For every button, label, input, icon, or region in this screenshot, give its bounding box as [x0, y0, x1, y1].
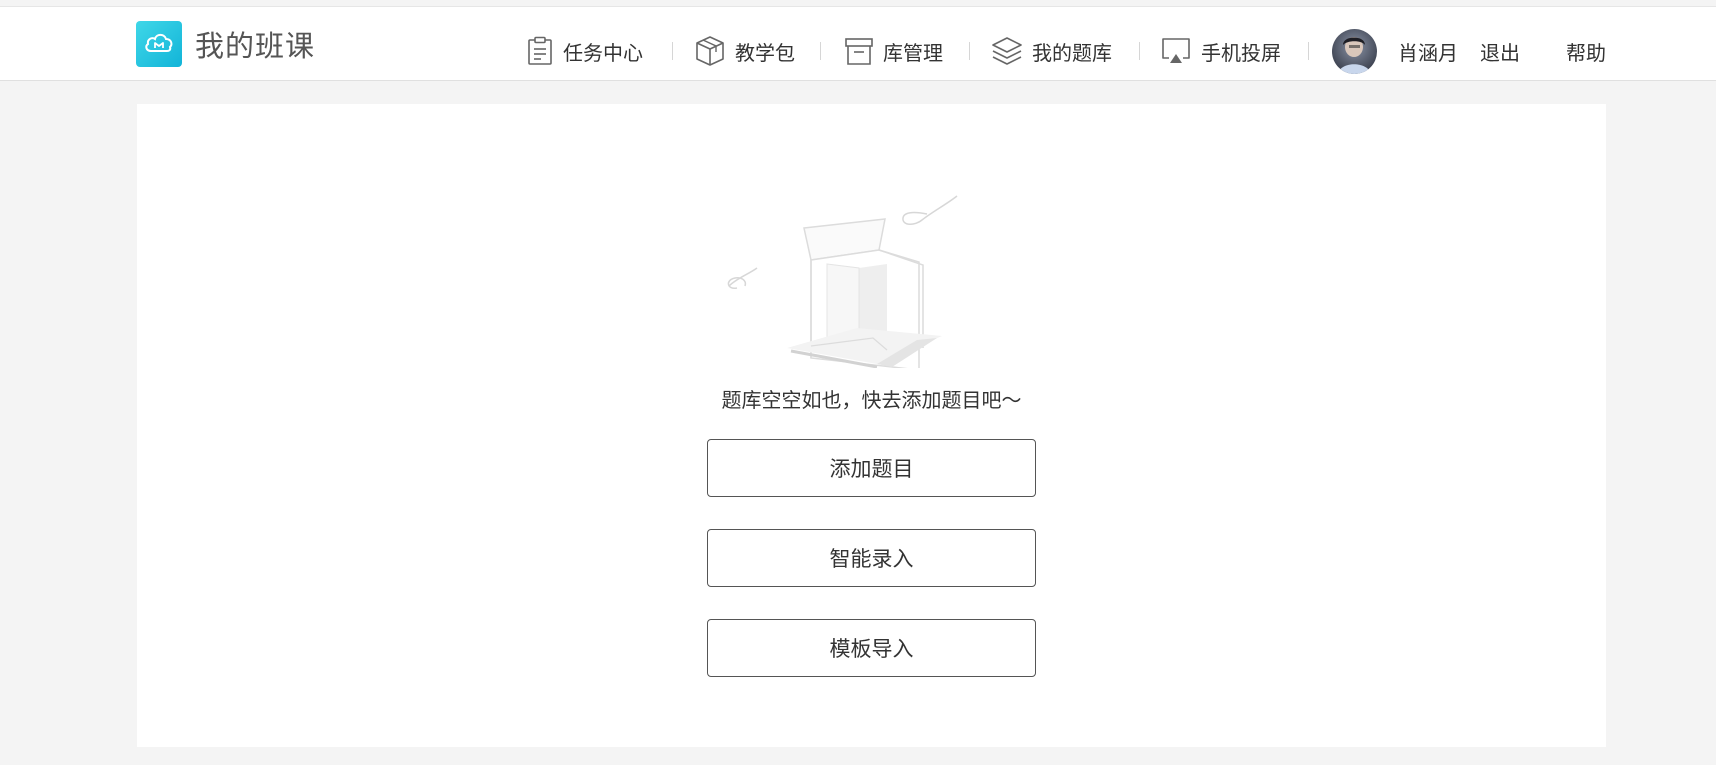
brand[interactable]: 我的班课 — [136, 21, 315, 67]
nav-divider — [820, 42, 821, 60]
clipboard-icon — [526, 36, 554, 66]
package-icon — [694, 35, 726, 67]
add-question-button[interactable]: 添加题目 — [707, 439, 1036, 497]
empty-box-illustration — [727, 168, 1027, 371]
nav-divider — [672, 42, 673, 60]
archive-icon — [844, 36, 874, 66]
cloud-icon — [136, 21, 182, 67]
nav-item-my-question-bank[interactable]: 我的题库 — [991, 31, 1112, 71]
top-navbar: 我的班课 任务中心 教学包 库管理 我的题库 手机投屏 肖涵月 退出 帮助 — [0, 6, 1716, 81]
nav-label: 任务中心 — [563, 40, 643, 65]
logout-link[interactable]: 退出 — [1480, 37, 1520, 66]
layers-icon — [991, 35, 1023, 67]
empty-state-message: 题库空空如也，快去添加题目吧～ — [721, 388, 1022, 412]
nav-label: 手机投屏 — [1201, 40, 1281, 65]
nav-label: 库管理 — [883, 40, 943, 65]
nav-item-library-management[interactable]: 库管理 — [844, 31, 943, 71]
avatar[interactable] — [1332, 29, 1377, 74]
smart-entry-button[interactable]: 智能录入 — [707, 529, 1036, 587]
user-name[interactable]: 肖涵月 — [1398, 37, 1458, 66]
template-import-button[interactable]: 模板导入 — [707, 619, 1036, 677]
nav-item-teaching-package[interactable]: 教学包 — [694, 31, 795, 71]
nav-divider — [969, 42, 970, 60]
help-link[interactable]: 帮助 — [1566, 37, 1606, 66]
airplay-icon — [1160, 36, 1192, 66]
nav-divider — [1308, 42, 1309, 60]
nav-item-screen-cast[interactable]: 手机投屏 — [1160, 31, 1281, 71]
nav-divider — [1139, 42, 1140, 60]
nav-label: 教学包 — [735, 40, 795, 65]
nav-label: 我的题库 — [1032, 40, 1112, 65]
brand-name: 我的班课 — [195, 29, 316, 63]
nav-item-task-center[interactable]: 任务中心 — [526, 31, 643, 71]
main-panel: 题库空空如也，快去添加题目吧～ 添加题目 智能录入 模板导入 — [137, 104, 1606, 747]
